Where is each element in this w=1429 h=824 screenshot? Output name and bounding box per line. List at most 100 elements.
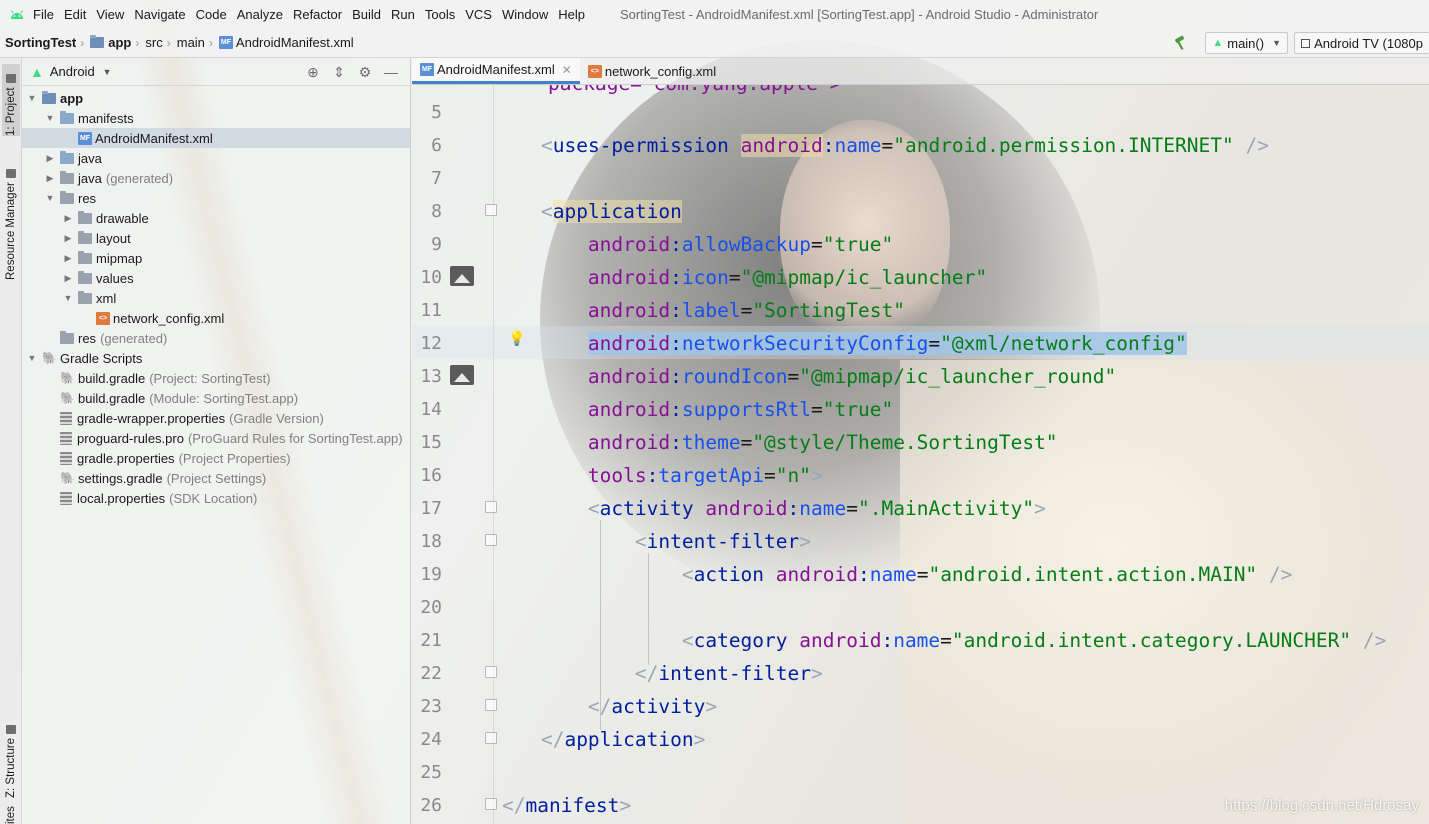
generated-folder-icon: [60, 330, 74, 344]
menu-run[interactable]: Run: [386, 7, 420, 22]
breadcrumb-file[interactable]: MF AndroidManifest.xml: [214, 35, 357, 50]
menu-refactor[interactable]: Refactor: [288, 7, 347, 22]
code-line-19: <action android:name="android.intent.act…: [681, 563, 1293, 586]
folder-icon: [78, 270, 92, 284]
tree-item-res-generated[interactable]: res (generated): [22, 328, 410, 348]
image-preview-icon[interactable]: [450, 266, 474, 286]
watermark: https://blog.csdn.net/Hdrosay: [1224, 797, 1419, 814]
tree-item-app[interactable]: ▼ app: [22, 88, 410, 108]
folder-icon: [6, 74, 16, 84]
chevron-down-icon[interactable]: ▼: [44, 113, 56, 123]
code-line-21: <category android:name="android.intent.c…: [681, 629, 1387, 652]
tool-window-resource-manager[interactable]: Resource Manager: [2, 152, 20, 280]
collapse-all-icon[interactable]: ⇕: [326, 64, 352, 81]
gradle-icon: 🐘: [60, 470, 75, 485]
folder-icon: [78, 230, 92, 244]
tree-item-androidmanifest[interactable]: MF AndroidManifest.xml: [22, 128, 410, 148]
code-line-24: </application>: [540, 728, 706, 751]
project-panel-header: ▲ Android ▼ ⊕ ⇕ ⚙ —: [22, 58, 410, 86]
tree-item-build-gradle-module[interactable]: 🐘 build.gradle (Module: SortingTest.app): [22, 388, 410, 408]
line-number: 20: [420, 597, 442, 618]
menu-build[interactable]: Build: [347, 7, 386, 22]
tree-item-gradle-scripts[interactable]: ▼ 🐘 Gradle Scripts: [22, 348, 410, 368]
build-hammer-icon[interactable]: [1169, 32, 1191, 54]
menu-analyze[interactable]: Analyze: [232, 7, 288, 22]
menu-file[interactable]: File: [28, 7, 59, 22]
tab-network-config[interactable]: <> network_config.xml: [580, 58, 724, 84]
gradle-icon: 🐘: [60, 390, 75, 405]
code-line-15: android:theme="@style/Theme.SortingTest": [587, 431, 1058, 454]
tree-item-proguard[interactable]: proguard-rules.pro (ProGuard Rules for So…: [22, 428, 410, 448]
tree-item-network-config[interactable]: <> network_config.xml: [22, 308, 410, 328]
manifest-file-icon: MF: [218, 36, 233, 49]
chevron-down-icon[interactable]: ▼: [26, 353, 38, 363]
code-line-9: android:allowBackup="true": [587, 233, 894, 256]
chevron-down-icon[interactable]: ▼: [44, 193, 56, 203]
code-line-14: android:supportsRtl="true": [587, 398, 894, 421]
breadcrumb-main[interactable]: main: [172, 35, 208, 50]
gradle-icon: 🐘: [60, 370, 75, 385]
tree-item-local-properties[interactable]: local.properties (SDK Location): [22, 488, 410, 508]
locate-file-icon[interactable]: ⊕: [300, 64, 326, 81]
tree-item-gradle-properties[interactable]: gradle.properties (Project Properties): [22, 448, 410, 468]
breadcrumb-module[interactable]: app: [85, 35, 134, 50]
tree-item-settings-gradle[interactable]: 🐘 settings.gradle (Project Settings): [22, 468, 410, 488]
tree-item-java-generated[interactable]: ▶ java (generated): [22, 168, 410, 188]
project-panel: ▲ Android ▼ ⊕ ⇕ ⚙ — ▼ app ▼ manifests MF An…: [22, 58, 411, 824]
tree-item-res[interactable]: ▼ res: [22, 188, 410, 208]
project-view-selector[interactable]: Android: [50, 64, 95, 79]
menu-edit[interactable]: Edit: [59, 7, 91, 22]
device-select[interactable]: Android TV (1080p: [1294, 32, 1429, 54]
menu-code[interactable]: Code: [191, 7, 232, 22]
tab-androidmanifest[interactable]: MF AndroidManifest.xml ✕: [412, 58, 580, 84]
tree-item-gradle-wrapper[interactable]: gradle-wrapper.properties (Gradle Version…: [22, 408, 410, 428]
menu-help[interactable]: Help: [553, 7, 590, 22]
menu-vcs[interactable]: VCS: [460, 7, 497, 22]
tree-item-xml[interactable]: ▼ xml: [22, 288, 410, 308]
line-number: 25: [420, 762, 442, 783]
tool-window-project[interactable]: 1: Project: [2, 64, 20, 136]
tree-item-drawable[interactable]: ▶ drawable: [22, 208, 410, 228]
image-preview-icon[interactable]: [450, 365, 474, 385]
menu-view[interactable]: View: [91, 7, 129, 22]
properties-file-icon: [60, 451, 72, 465]
tree-item-mipmap[interactable]: ▶ mipmap: [22, 248, 410, 268]
chevron-down-icon[interactable]: ▼: [62, 293, 74, 303]
chevron-right-icon[interactable]: ▶: [44, 153, 56, 164]
tree-item-layout[interactable]: ▶ layout: [22, 228, 410, 248]
text-file-icon: [60, 431, 72, 445]
chevron-right-icon[interactable]: ▶: [62, 213, 74, 224]
code-line-23: </activity>: [587, 695, 718, 718]
chevron-right-icon[interactable]: ▶: [62, 253, 74, 264]
chevron-down-icon[interactable]: ▼: [26, 93, 38, 103]
module-folder-icon: [42, 90, 56, 104]
menu-navigate[interactable]: Navigate: [129, 7, 190, 22]
resource-folder-icon: [60, 190, 74, 204]
close-icon[interactable]: ✕: [562, 63, 572, 77]
folder-icon: [78, 210, 92, 224]
line-number: 12: [420, 333, 442, 354]
breadcrumb-project[interactable]: SortingTest: [0, 35, 79, 50]
chevron-right-icon[interactable]: ▶: [44, 173, 56, 184]
xml-file-icon: <>: [96, 311, 110, 325]
tree-item-build-gradle-project[interactable]: 🐘 build.gradle (Project: SortingTest): [22, 368, 410, 388]
chevron-down-icon[interactable]: ▼: [103, 67, 112, 77]
manifest-file-icon: MF: [420, 63, 434, 76]
tree-item-values[interactable]: ▶ values: [22, 268, 410, 288]
tool-window-favorites[interactable]: ites: [2, 800, 20, 824]
device-label: Android TV (1080p: [1314, 35, 1423, 51]
gear-icon[interactable]: ⚙: [352, 64, 378, 81]
menu-tools[interactable]: Tools: [420, 7, 460, 22]
code-editor[interactable]: package="com.yang.apple"> <uses-permissi…: [494, 85, 1429, 824]
tree-item-java[interactable]: ▶ java: [22, 148, 410, 168]
run-configuration-select[interactable]: ▲ main() ▼: [1205, 32, 1288, 54]
breadcrumb-src[interactable]: src: [140, 35, 165, 50]
chevron-right-icon[interactable]: ▶: [62, 233, 74, 244]
tool-window-structure[interactable]: Z: Structure: [2, 706, 20, 798]
tree-item-manifests[interactable]: ▼ manifests: [22, 108, 410, 128]
chevron-right-icon[interactable]: ▶: [62, 273, 74, 284]
run-configuration-label: main(): [1227, 35, 1265, 51]
module-folder-icon: [90, 35, 105, 48]
menu-window[interactable]: Window: [497, 7, 553, 22]
minimize-icon[interactable]: —: [378, 64, 404, 80]
